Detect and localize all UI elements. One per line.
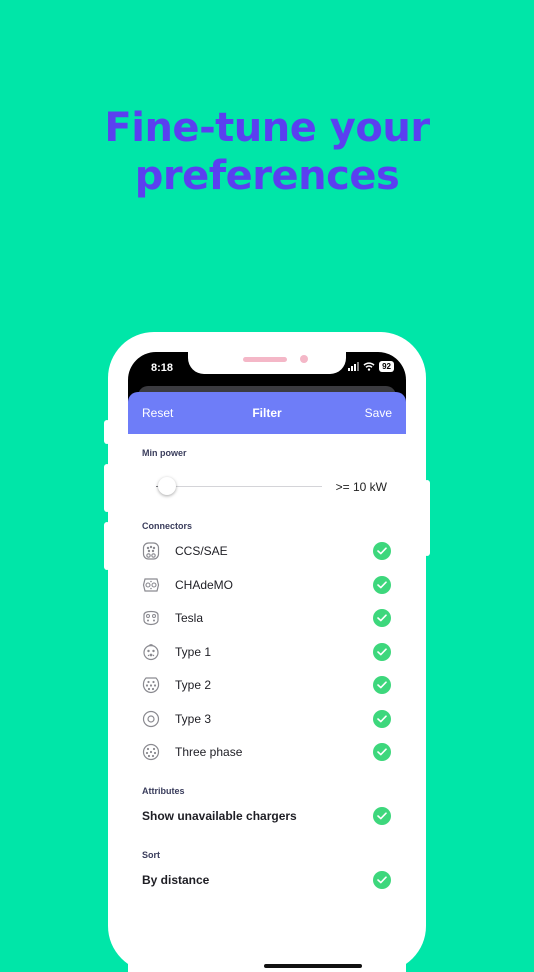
status-time: 8:18 [151, 362, 174, 374]
sort-label: Sort [142, 850, 160, 860]
filter-navbar: Reset Filter Save [128, 392, 406, 434]
phone-frame: 8:18 92 Reset Filter Save Min power >= 1… [108, 332, 426, 972]
attributes-label: Attributes [142, 786, 185, 796]
checkmark-icon[interactable] [373, 542, 391, 560]
sort-row-by-distance[interactable]: By distance [128, 865, 406, 895]
connector-label: Type 2 [175, 678, 212, 692]
checkmark-icon[interactable] [373, 576, 391, 594]
type2-icon [142, 677, 160, 694]
min-power-label: Min power [142, 448, 187, 458]
phone-screen: 8:18 92 Reset Filter Save Min power >= 1… [128, 352, 406, 972]
connector-row-type-1[interactable]: Type 1 [128, 637, 406, 667]
connector-row-type-3[interactable]: Type 3 [128, 704, 406, 734]
connector-row-three-phase[interactable]: Three phase [128, 737, 406, 767]
connector-row-tesla[interactable]: Tesla [128, 603, 406, 633]
checkmark-icon[interactable] [373, 743, 391, 761]
sort-option-label: By distance [142, 873, 210, 887]
slider-track[interactable] [156, 486, 322, 487]
connector-label: Type 3 [175, 712, 212, 726]
connector-row-chademo[interactable]: CHAdeMO [128, 570, 406, 600]
min-power-value: >= 10 kW [335, 480, 387, 494]
speaker [243, 357, 287, 362]
connector-label: Tesla [175, 611, 204, 625]
home-indicator[interactable] [264, 964, 362, 968]
battery-icon: 92 [379, 361, 394, 372]
front-camera [300, 355, 308, 363]
tesla-icon [143, 610, 159, 626]
checkmark-icon[interactable] [373, 643, 391, 661]
attribute-row-show-unavailable[interactable]: Show unavailable chargers [128, 801, 406, 831]
signal-icon [348, 362, 360, 371]
three-phase-icon [142, 743, 160, 761]
attribute-label: Show unavailable chargers [142, 809, 297, 823]
headline-line-2: preferences [134, 153, 400, 199]
headline: Fine-tune your preferences [0, 104, 534, 200]
chademo-icon [142, 578, 160, 592]
wifi-icon [363, 362, 375, 371]
ccs-sae-icon [142, 542, 160, 560]
checkmark-icon[interactable] [373, 609, 391, 627]
status-icons: 92 [348, 361, 394, 372]
save-button[interactable]: Save [365, 406, 392, 420]
connector-label: Type 1 [175, 645, 212, 659]
checkmark-icon[interactable] [373, 710, 391, 728]
connectors-label: Connectors [142, 521, 193, 531]
connector-label: CCS/SAE [175, 544, 228, 558]
connector-row-type-2[interactable]: Type 2 [128, 670, 406, 700]
checkmark-icon[interactable] [373, 871, 391, 889]
connector-row-ccs-sae[interactable]: CCS/SAE [128, 536, 406, 566]
slider-thumb[interactable] [158, 477, 176, 495]
checkmark-icon[interactable] [373, 807, 391, 825]
filter-content: Min power >= 10 kW Connectors CCS/SAE CH… [128, 434, 406, 972]
connector-label: Three phase [175, 745, 243, 759]
connector-label: CHAdeMO [175, 578, 234, 592]
type1-icon [143, 644, 159, 661]
notch [188, 352, 346, 374]
checkmark-icon[interactable] [373, 676, 391, 694]
headline-line-1: Fine-tune your [104, 105, 430, 151]
type3-icon [142, 710, 160, 728]
